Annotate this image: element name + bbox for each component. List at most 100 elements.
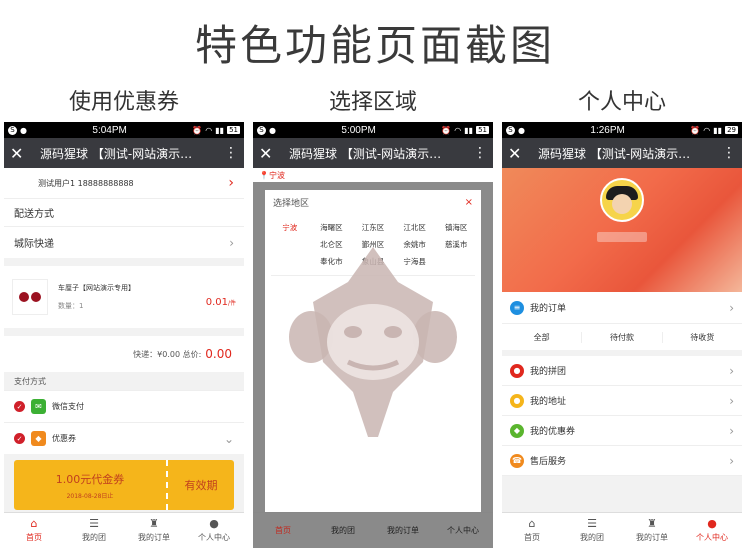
more-icon[interactable]: ⋮ — [722, 145, 736, 161]
delivery-method-row[interactable]: 城际快递 › — [4, 226, 244, 258]
close-icon[interactable]: ✕ — [10, 144, 32, 163]
coupon-option[interactable]: ✓ ◆ 优惠券 ⌄ — [4, 422, 244, 454]
wifi-icon: ◠ — [703, 125, 711, 135]
product-image — [12, 279, 48, 315]
phone-personal-center: S ● 1:26PM ⏰ ◠ ▮▮ 29 ✕ 源码猩球 【测试-网站演示… ⋮ ≡ 我的… — [502, 122, 742, 548]
tab-all-orders[interactable]: 全部 — [502, 331, 583, 343]
tab-my-orders[interactable]: 我的订单 — [373, 513, 433, 548]
wifi-icon: ◠ — [454, 125, 462, 135]
trophy-icon: ♜ — [149, 517, 159, 530]
coupon-tag-icon: ◆ — [31, 431, 46, 446]
wifi-icon: ◠ — [205, 125, 213, 135]
phone-use-coupon: S ● 5:04PM ⏰ ◠ ▮▮ 51 ✕ 源码猩球 【测试-网站演示… ⋮ 测试用户… — [4, 122, 244, 548]
delivery-label: 配送方式 — [14, 209, 54, 220]
address-row[interactable]: 测试用户1 18888888888 › — [4, 168, 244, 198]
alarm-icon: ⏰ — [192, 125, 203, 135]
alarm-icon: ⏰ — [690, 125, 701, 135]
chevron-down-icon: ⌄ — [223, 431, 234, 446]
trophy-icon: ♜ — [647, 517, 657, 530]
tab-my-orders[interactable]: ♜ 我的订单 — [622, 513, 682, 548]
user-icon: ● — [209, 517, 219, 530]
chevron-right-icon: › — [729, 423, 734, 438]
signal-icon: ▮▮ — [464, 125, 474, 135]
region-option[interactable]: 江东区 — [352, 222, 394, 233]
username-placeholder — [597, 232, 647, 242]
menu-my-coupons[interactable]: ◆ 我的优惠券 › — [502, 416, 742, 446]
tab-my-group[interactable]: ☰ 我的团 — [64, 513, 124, 548]
payment-section-title: 支付方式 — [4, 372, 244, 390]
battery-icon: 51 — [476, 126, 489, 134]
more-icon[interactable]: ⋮ — [224, 145, 238, 161]
app-icon: S — [257, 125, 266, 135]
tab-home[interactable]: 首页 — [253, 513, 313, 548]
status-bar: S ● 5:04PM ⏰ ◠ ▮▮ 51 — [4, 122, 244, 138]
tab-my-group[interactable]: 我的团 — [313, 513, 373, 548]
region-option[interactable]: 镇海区 — [435, 222, 477, 233]
region-option[interactable]: 海曙区 — [311, 222, 353, 233]
app-bar: ✕ 源码猩球 【测试-网站演示… ⋮ — [502, 138, 742, 168]
chevron-right-icon: › — [228, 175, 234, 191]
current-city[interactable]: 📍宁波 — [253, 168, 493, 182]
menu-my-address[interactable]: ● 我的地址 › — [502, 386, 742, 416]
close-icon[interactable]: ✕ — [259, 144, 281, 163]
menu-after-sales[interactable]: ☎ 售后服务 › — [502, 446, 742, 476]
dialog-title: 选择地区 — [273, 198, 310, 209]
app-title: 源码猩球 【测试-网站演示… — [538, 146, 691, 161]
user-info: 测试用户1 18888888888 — [38, 178, 134, 188]
app-title: 源码猩球 【测试-网站演示… — [289, 146, 442, 161]
tab-personal-center[interactable]: 个人中心 — [433, 513, 493, 548]
chevron-right-icon: › — [729, 363, 734, 378]
coupon-expiry: 2018-08-28日止 — [66, 492, 114, 500]
list-icon: ☰ — [587, 517, 597, 530]
signal-icon: ▮▮ — [215, 125, 225, 135]
menu-my-group[interactable]: ● 我的拼团 › — [502, 356, 742, 386]
user-icon: ● — [20, 125, 27, 135]
page-title: 特色功能页面截图 — [194, 21, 555, 70]
signal-icon: ▮▮ — [713, 125, 723, 135]
tab-pending-payment[interactable]: 待付款 — [582, 331, 663, 343]
check-icon: ✓ — [14, 433, 25, 444]
phone-select-region: S ● 5:00PM ⏰ ◠ ▮▮ 51 ✕ 源码猩球 【测试-网站演示… ⋮ 📍宁波 … — [253, 122, 493, 548]
status-time: 5:04PM — [92, 124, 127, 136]
tab-home[interactable]: ⌂ 首页 — [502, 513, 562, 548]
status-bar: S ● 5:00PM ⏰ ◠ ▮▮ 51 — [253, 122, 493, 138]
app-title: 源码猩球 【测试-网站演示… — [40, 146, 193, 161]
home-icon: ⌂ — [528, 517, 536, 530]
monkey-watermark-logo — [289, 247, 457, 437]
delivery-label-row: 配送方式 — [4, 198, 244, 226]
coupon-amount: 1.00元代金券 — [55, 472, 125, 486]
avatar[interactable] — [600, 178, 644, 222]
wechat-icon: ✉ — [31, 399, 46, 414]
close-icon[interactable]: ✕ — [508, 144, 530, 163]
bottom-tab-bar: ⌂ 首页 ☰ 我的团 ♜ 我的订单 ● 个人中心 — [502, 512, 742, 548]
wechat-pay-label: 微信支付 — [52, 402, 84, 411]
close-icon[interactable]: × — [465, 197, 473, 208]
bottom-tab-bar: 首页 我的团 我的订单 个人中心 — [253, 512, 493, 548]
product-name: 车厘子【网站演示专用】 — [58, 284, 135, 292]
location-icon: ● — [510, 393, 524, 408]
region-option[interactable]: 江北区 — [394, 222, 436, 233]
product-item: 车厘子【网站演示专用】 数量：1 0.01/件 — [4, 266, 244, 328]
caption-personal-center: 个人中心 — [577, 90, 666, 115]
wechat-pay-option[interactable]: ✓ ✉ 微信支付 — [4, 390, 244, 422]
tab-my-group[interactable]: ☰ 我的团 — [562, 513, 622, 548]
chevron-right-icon: › — [729, 453, 734, 468]
tab-personal-center[interactable]: ● 个人中心 — [682, 513, 742, 548]
tab-pending-receipt[interactable]: 待收货 — [663, 332, 742, 343]
coupon-valid-label: 有效期 — [184, 479, 218, 492]
chevron-right-icon: › — [229, 235, 234, 250]
my-orders-row[interactable]: ≡ 我的订单 › — [502, 292, 742, 324]
order-confirm-body: 测试用户1 18888888888 › 配送方式 城际快递 › 车厘子【网站演示… — [4, 168, 244, 512]
list-icon: ☰ — [89, 517, 99, 530]
tab-home[interactable]: ⌂ 首页 — [4, 513, 64, 548]
user-icon: ● — [707, 517, 717, 530]
region-option[interactable]: 宁波 — [269, 222, 311, 233]
more-icon[interactable]: ⋮ — [473, 145, 487, 161]
order-status-tabs: 全部 待付款 待收货 — [502, 324, 742, 350]
app-icon: S — [8, 125, 17, 135]
check-icon: ✓ — [14, 401, 25, 412]
coupon-card[interactable]: 1.00元代金券 2018-08-28日止 有效期 — [14, 460, 234, 510]
bottom-tab-bar: ⌂ 首页 ☰ 我的团 ♜ 我的订单 ● 个人中心 — [4, 512, 244, 548]
tab-my-orders[interactable]: ♜ 我的订单 — [124, 513, 184, 548]
tab-personal-center[interactable]: ● 个人中心 — [184, 513, 244, 548]
